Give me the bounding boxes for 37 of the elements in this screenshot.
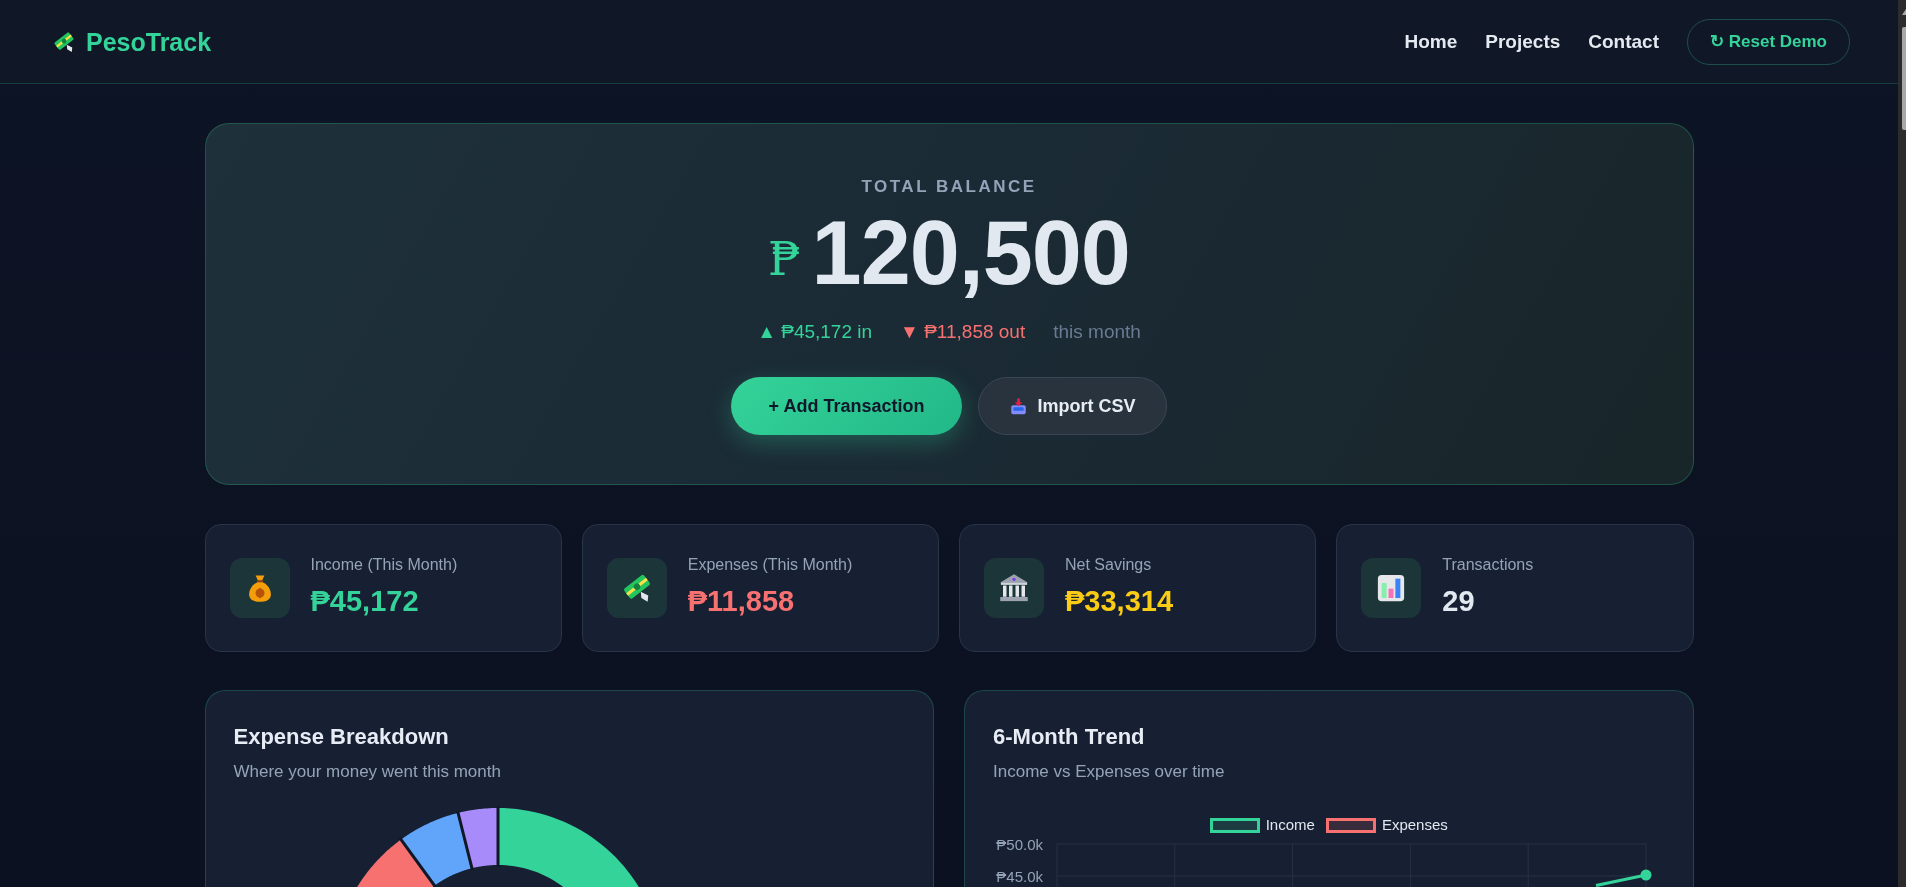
stat-value: ₱45,172 — [310, 583, 420, 618]
stat-value: ₱11,858 — [687, 583, 796, 618]
stat-label: Net Savings — [1065, 554, 1153, 575]
banknote-icon — [53, 30, 75, 53]
stat-value: ₱33,314 — [1065, 583, 1174, 618]
monthly-summary: ▲ ₱45,172 in — [757, 320, 873, 344]
brand-name: PesoTrack — [86, 26, 212, 57]
monthly-summary: ▼ ₱11,858 out — [900, 320, 1026, 344]
scrollbar-thumb[interactable] — [1902, 27, 1906, 130]
banknote-icon — [606, 558, 667, 618]
add-transaction-button[interactable]: + Add Transaction — [730, 377, 963, 435]
nav-link[interactable]: Home — [1404, 29, 1458, 54]
balance-amount: 120,500 — [811, 208, 1130, 298]
axis-label: ₱45.0k — [996, 867, 1043, 885]
scroll-arrow-icon[interactable] — [1902, 9, 1906, 15]
money-bag-icon — [229, 558, 290, 618]
nav-link[interactable]: Contact — [1588, 29, 1659, 54]
card-subtitle: Income vs Expenses over time — [993, 761, 1226, 783]
card-title: Expense Breakdown — [233, 723, 450, 751]
stat-label: Expenses (This Month) — [687, 554, 853, 575]
bank-icon — [984, 558, 1044, 618]
data-point — [1640, 869, 1652, 881]
stat-label: Transactions — [1442, 554, 1534, 575]
import-csv-button[interactable]: Import CSV — [978, 377, 1168, 435]
inbox-tray-icon — [1010, 397, 1028, 415]
bar-chart-icon — [1361, 558, 1422, 618]
legend-label: Income — [1265, 815, 1315, 835]
stat-value: 29 — [1442, 583, 1476, 618]
currency-symbol: ₱ — [768, 234, 801, 284]
stat-label: Income (This Month) — [310, 554, 458, 575]
nav-link[interactable]: Projects — [1485, 29, 1561, 54]
balance-label: TOTAL BALANCE — [861, 176, 1037, 198]
axis-label: ₱50.0k — [996, 835, 1043, 853]
card-subtitle: Where your money went this month — [233, 761, 502, 783]
legend-label: Expenses — [1381, 815, 1448, 835]
period-label: this month — [1053, 320, 1141, 344]
card-title: 6-Month Trend — [993, 723, 1146, 751]
